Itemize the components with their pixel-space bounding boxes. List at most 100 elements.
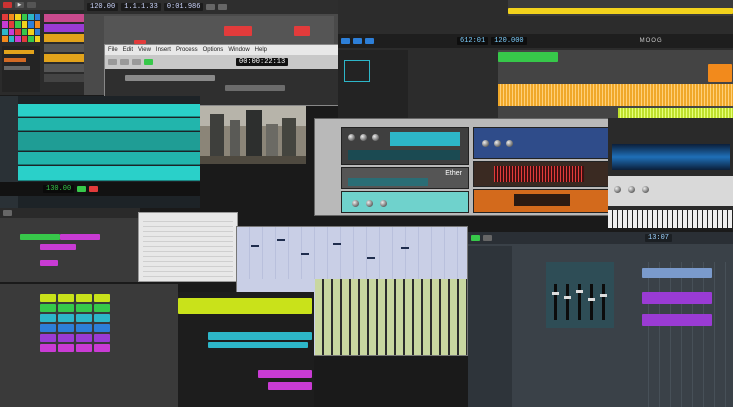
pad[interactable]: [8, 35, 14, 42]
clip-slot[interactable]: [76, 314, 92, 322]
list-item[interactable]: [4, 66, 30, 70]
pad[interactable]: [28, 14, 34, 21]
knob[interactable]: [506, 140, 513, 147]
pad[interactable]: [2, 14, 8, 21]
mixer-fader[interactable]: [576, 284, 583, 320]
region[interactable]: [258, 370, 312, 378]
clip-slot[interactable]: [94, 304, 110, 312]
midi-region[interactable]: [40, 244, 76, 250]
clip-slot[interactable]: [76, 294, 92, 302]
knob[interactable]: [352, 200, 359, 207]
clip-slot[interactable]: [58, 334, 74, 342]
pad[interactable]: [8, 14, 14, 21]
clip-slot[interactable]: [94, 324, 110, 332]
midi-region[interactable]: [20, 234, 60, 240]
fader-cap[interactable]: [564, 296, 571, 299]
clip-slot[interactable]: [58, 314, 74, 322]
paste-icon[interactable]: [132, 59, 141, 65]
play-button[interactable]: [77, 186, 87, 192]
knob[interactable]: [380, 200, 387, 207]
record-button[interactable]: [89, 186, 99, 192]
fader-cap[interactable]: [588, 298, 595, 301]
pad[interactable]: [15, 35, 21, 42]
clip-slot[interactable]: [40, 344, 56, 352]
clip-slot[interactable]: [94, 334, 110, 342]
clip-slot[interactable]: [94, 344, 110, 352]
pad[interactable]: [28, 28, 34, 35]
pad[interactable]: [21, 14, 27, 21]
audio-region[interactable]: [224, 26, 252, 36]
knob[interactable]: [372, 134, 379, 141]
clip-slot[interactable]: [58, 304, 74, 312]
pad[interactable]: [21, 35, 27, 42]
blue-synth-module[interactable]: [473, 127, 611, 159]
midi-note[interactable]: [333, 243, 341, 245]
region[interactable]: [508, 8, 733, 14]
pattern-clip[interactable]: [642, 292, 712, 304]
pad[interactable]: [15, 21, 21, 28]
region[interactable]: [268, 382, 312, 390]
clip-slot[interactable]: [76, 344, 92, 352]
fader-cap[interactable]: [600, 294, 607, 297]
midi-note[interactable]: [301, 253, 309, 255]
record-button[interactable]: [3, 2, 12, 8]
pad[interactable]: [34, 14, 40, 21]
play-icon[interactable]: [471, 235, 480, 241]
cut-icon[interactable]: [108, 59, 117, 65]
play-button[interactable]: ▶: [15, 2, 24, 8]
inspector-widget[interactable]: [344, 60, 370, 82]
clip-slot[interactable]: [58, 344, 74, 352]
knob[interactable]: [614, 186, 621, 193]
menu-help[interactable]: Help: [255, 47, 267, 53]
menu-process[interactable]: Process: [176, 47, 198, 53]
region[interactable]: [208, 332, 312, 340]
list-item[interactable]: [4, 58, 26, 62]
menu-edit[interactable]: Edit: [123, 47, 133, 53]
pad[interactable]: [28, 35, 34, 42]
mixer-fader[interactable]: [564, 284, 571, 320]
menu-view[interactable]: View: [138, 47, 151, 53]
menu-window[interactable]: Window: [228, 47, 249, 53]
clip-slot[interactable]: [58, 294, 74, 302]
midi-region[interactable]: [60, 234, 100, 240]
pad[interactable]: [21, 21, 27, 28]
stop-icon[interactable]: [483, 235, 492, 241]
pad[interactable]: [21, 28, 27, 35]
pad[interactable]: [2, 35, 8, 42]
midi-note[interactable]: [277, 239, 285, 241]
clip-slot[interactable]: [58, 324, 74, 332]
play-icon[interactable]: [3, 210, 12, 216]
knob[interactable]: [360, 134, 367, 141]
region[interactable]: [208, 342, 308, 348]
pad[interactable]: [15, 28, 21, 35]
rewind-icon[interactable]: [341, 38, 350, 44]
region[interactable]: [178, 298, 312, 314]
mixer-fader[interactable]: [552, 284, 559, 320]
knob[interactable]: [628, 186, 635, 193]
stop-icon[interactable]: [365, 38, 374, 44]
audio-waveform[interactable]: [498, 84, 733, 106]
midi-note[interactable]: [367, 257, 375, 259]
effect-module[interactable]: [341, 191, 469, 213]
clip-slot[interactable]: [40, 304, 56, 312]
pad[interactable]: [2, 21, 8, 28]
pad[interactable]: [8, 21, 14, 28]
pattern-clip[interactable]: [642, 314, 712, 326]
clip-slot[interactable]: [40, 294, 56, 302]
pad[interactable]: [2, 28, 8, 35]
synth-module-ether[interactable]: Ether: [341, 167, 469, 189]
clip-slot[interactable]: [40, 314, 56, 322]
region[interactable]: [708, 64, 732, 82]
pad[interactable]: [8, 28, 14, 35]
clip-slot[interactable]: [76, 334, 92, 342]
fader-cap[interactable]: [576, 290, 583, 293]
pad[interactable]: [34, 28, 40, 35]
play-icon[interactable]: [144, 59, 153, 65]
stop-button[interactable]: [27, 2, 36, 8]
play-icon[interactable]: [353, 38, 362, 44]
mixer-fader[interactable]: [588, 284, 595, 320]
knob[interactable]: [366, 200, 373, 207]
pad[interactable]: [15, 14, 21, 21]
midi-region[interactable]: [40, 260, 58, 266]
audio-waveform[interactable]: [618, 108, 733, 118]
